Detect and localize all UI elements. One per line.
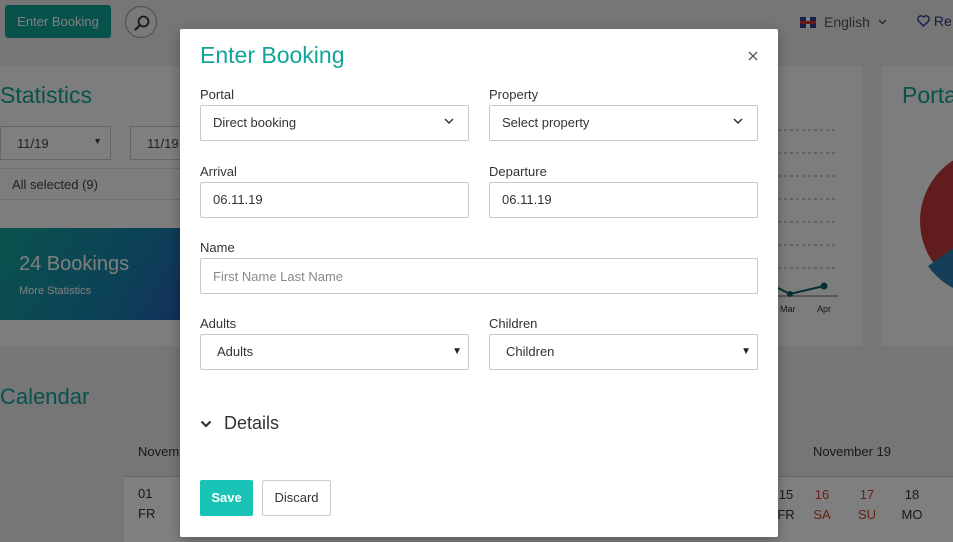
details-label: Details bbox=[224, 413, 280, 433]
modal-title: Enter Booking bbox=[200, 42, 345, 68]
departure-input[interactable]: 06.11.19 bbox=[489, 182, 758, 218]
arrival-input[interactable]: 06.11.19 bbox=[200, 182, 469, 218]
adults-value: Adults bbox=[217, 344, 254, 359]
name-label: Name bbox=[200, 240, 235, 255]
arrival-value: 06.11.19 bbox=[213, 192, 263, 207]
close-icon bbox=[748, 51, 758, 61]
close-button[interactable] bbox=[745, 48, 761, 64]
departure-value: 06.11.19 bbox=[502, 192, 552, 207]
arrival-label: Arrival bbox=[200, 164, 237, 179]
property-label: Property bbox=[489, 87, 539, 102]
adults-select[interactable]: Adults ▼ bbox=[200, 334, 469, 370]
portal-select[interactable]: Direct booking bbox=[200, 105, 469, 141]
chevron-down-icon bbox=[733, 118, 743, 125]
name-input[interactable] bbox=[200, 258, 758, 294]
enter-booking-modal: Enter Booking Portal Direct booking Prop… bbox=[180, 29, 778, 537]
children-value: Children bbox=[506, 344, 555, 359]
children-select[interactable]: Children ▼ bbox=[489, 334, 758, 370]
departure-label: Departure bbox=[489, 164, 547, 179]
dropdown-arrow-icon: ▼ bbox=[452, 346, 462, 357]
portal-value: Direct booking bbox=[213, 115, 297, 130]
details-toggle[interactable]: Details bbox=[200, 413, 279, 434]
chevron-down-icon bbox=[200, 420, 212, 428]
chevron-down-icon bbox=[444, 118, 454, 125]
discard-button[interactable]: Discard bbox=[262, 480, 331, 516]
property-value: Select property bbox=[502, 115, 590, 130]
portal-label: Portal bbox=[200, 87, 234, 102]
property-select[interactable]: Select property bbox=[489, 105, 758, 141]
save-button[interactable]: Save bbox=[200, 480, 253, 516]
adults-label: Adults bbox=[200, 316, 237, 331]
dropdown-arrow-icon: ▼ bbox=[741, 346, 751, 357]
children-label: Children bbox=[489, 316, 538, 331]
